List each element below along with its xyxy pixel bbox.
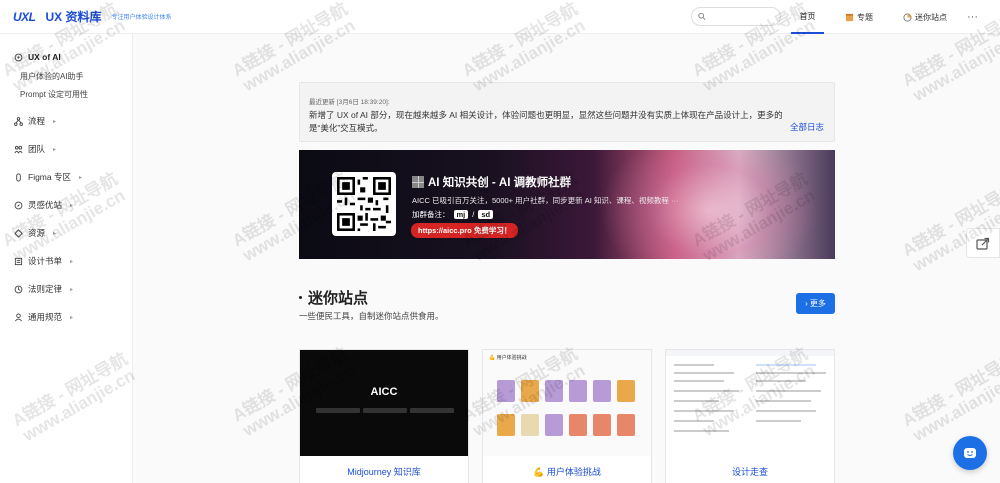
sidebar-item-label: 灵感优站 <box>28 200 63 210</box>
flow-icon <box>14 116 23 126</box>
notice-timestamp: 最近更新 [3月6日 18:39:20]: <box>309 99 390 106</box>
logo-subtitle: 专注用户体验设计体系 <box>111 15 172 21</box>
watermark: A链接 - 网址导航www.alianjie.cn <box>899 349 1000 446</box>
book-icon <box>14 257 23 266</box>
sidebar-item-label: 设计书单 <box>28 256 63 266</box>
mini-site-icon <box>903 12 912 22</box>
mini-site-card[interactable]: 设计走查 <box>665 349 835 483</box>
chevron-right-icon: ▸ <box>70 202 74 209</box>
search-box[interactable] <box>691 7 781 26</box>
sidebar-item-resources[interactable]: 资源 ▸ <box>14 227 56 239</box>
chevron-right-icon: ▸ <box>53 230 57 237</box>
team-icon <box>14 145 23 154</box>
nav-home-label: 首页 <box>799 11 816 21</box>
chevron-right-icon: › <box>805 299 808 308</box>
logo-text: UX 资料库 <box>45 10 102 24</box>
logo-mark: UXL <box>13 9 36 24</box>
sidebar-item-team[interactable]: 团队 ▸ <box>14 143 56 155</box>
tag-mj: mj <box>453 210 469 219</box>
nav-mini-sites[interactable]: 迷你站点 <box>903 0 947 34</box>
sidebar-item-label: Figma 专区 <box>28 172 71 182</box>
sidebar-item-label: 通用规范 <box>28 312 63 322</box>
nav-mini-label: 迷你站点 <box>915 12 947 22</box>
search-input[interactable] <box>710 11 780 22</box>
sidebar-subitem-prompt[interactable]: Prompt 设定可用性 <box>20 89 88 100</box>
qr-code <box>332 172 396 236</box>
card-label: Midjourney 知识库 <box>347 467 421 477</box>
chat-smile-icon <box>964 448 976 458</box>
card-thumbnail <box>666 350 834 456</box>
figma-icon <box>14 172 23 182</box>
more-button[interactable]: › 更多 <box>796 293 835 314</box>
thumb-toolbar <box>666 350 834 356</box>
bullet-dot-icon <box>299 296 302 299</box>
section-title: 迷你站点 <box>299 287 368 308</box>
compass-icon <box>14 201 23 210</box>
chevron-right-icon: ▸ <box>78 174 82 181</box>
tag-sd: sd <box>478 210 494 219</box>
card-thumbnail: 💪 用户体验挑战 <box>483 350 651 456</box>
nav-more-button[interactable]: ··· <box>967 0 978 34</box>
nav-topic-label: 专题 <box>857 12 873 22</box>
card-label: 设计走查 <box>731 467 768 477</box>
rules-icon <box>14 312 23 322</box>
top-header: UXL UX 资料库 专注用户体验设计体系 首页 专题 迷你站点 ··· <box>0 0 1000 34</box>
chevron-right-icon: ▸ <box>53 146 57 153</box>
sidebar-subitem-ai-assistant[interactable]: 用户体验的AI助手 <box>20 71 84 82</box>
qr-code-icon <box>337 177 391 231</box>
search-icon <box>698 12 706 21</box>
more-button-label: 更多 <box>809 299 826 308</box>
card-thumbnail: AICC <box>300 350 468 456</box>
tag-separator: / <box>472 210 475 219</box>
banner-title-text: AI 知识共创 - AI 调教师社群 <box>428 177 572 189</box>
law-icon <box>14 285 23 294</box>
mini-site-card[interactable]: AICC Midjourney 知识库 <box>299 349 469 483</box>
thumb-title: AICC <box>370 386 398 398</box>
sidebar-item-label: 流程 <box>28 116 46 126</box>
banner-tags: 加群备注： mj / sd <box>412 209 494 220</box>
sidebar-item-ux-of-ai[interactable]: UX of AI <box>14 52 61 62</box>
section-title-text: 迷你站点 <box>308 290 369 307</box>
share-float-button[interactable] <box>966 228 1000 258</box>
sidebar-item-label: 法则定律 <box>28 284 63 294</box>
chevron-right-icon: ▸ <box>53 118 57 125</box>
nav-home[interactable]: 首页 <box>791 0 824 34</box>
chat-float-button[interactable] <box>953 436 987 470</box>
sidebar-item-figma[interactable]: Figma 专区 ▸ <box>14 171 82 183</box>
resource-icon <box>14 228 23 238</box>
sidebar: UX of AI 用户体验的AI助手 Prompt 设定可用性 流程 ▸ 团队 … <box>0 34 133 483</box>
all-logs-link[interactable]: 全部日志 <box>790 121 824 133</box>
logo[interactable]: UXL UX 资料库 专注用户体验设计体系 <box>13 8 172 25</box>
sidebar-item-label: 团队 <box>28 144 46 154</box>
nav-topic[interactable]: 专题 <box>845 0 873 34</box>
banner-title: AI 知识共创 - AI 调教师社群 <box>412 174 571 190</box>
brain-icon <box>14 53 23 62</box>
chevron-right-icon: ▸ <box>70 286 74 293</box>
chevron-right-icon: ▸ <box>70 314 74 321</box>
thumb-buttons <box>316 408 454 413</box>
card-label: 💪 用户体验挑战 <box>533 467 601 477</box>
update-notice: 最近更新 [3月6日 18:39:20]: 新增了 UX of AI 部分，现在… <box>299 82 835 142</box>
chevron-right-icon: ▸ <box>70 258 74 265</box>
promo-banner[interactable]: AI 知识共创 - AI 调教师社群 AICC 已吸引百万关注，5000+ 用户… <box>299 150 835 259</box>
sidebar-item-label: 资源 <box>28 228 46 238</box>
sidebar-item-rules[interactable]: 通用规范 ▸ <box>14 311 73 323</box>
notice-text: 新增了 UX of AI 部分，现在越来越多 AI 相关设计，体验问题也更明显，… <box>309 110 783 133</box>
grid-tile-icon <box>412 176 424 188</box>
sidebar-item-inspiration[interactable]: 灵感优站 ▸ <box>14 199 73 211</box>
topic-icon <box>845 13 854 22</box>
sidebar-item-laws[interactable]: 法则定律 ▸ <box>14 283 73 295</box>
more-dots-icon: ··· <box>967 11 978 23</box>
sidebar-item-books[interactable]: 设计书单 ▸ <box>14 255 73 267</box>
sidebar-item-label: UX of AI <box>28 52 61 62</box>
banner-cta-button[interactable]: https://aicc.pro 免费学习！ <box>411 223 519 238</box>
mini-site-card[interactable]: 💪 用户体验挑战 💪 用户体验挑战 <box>482 349 652 483</box>
sidebar-item-flow[interactable]: 流程 ▸ <box>14 115 56 127</box>
tag-prefix: 加群备注： <box>412 210 450 219</box>
thumb-card-grid <box>497 380 635 436</box>
section-subtitle: 一些便民工具，自制迷你站点供食用。 <box>299 311 444 321</box>
banner-description: AICC 已吸引百万关注，5000+ 用户社群，同步更新 AI 知识、课程、视频… <box>412 196 679 205</box>
thumb-title: 💪 用户体验挑战 <box>489 355 527 361</box>
share-icon <box>976 237 990 250</box>
